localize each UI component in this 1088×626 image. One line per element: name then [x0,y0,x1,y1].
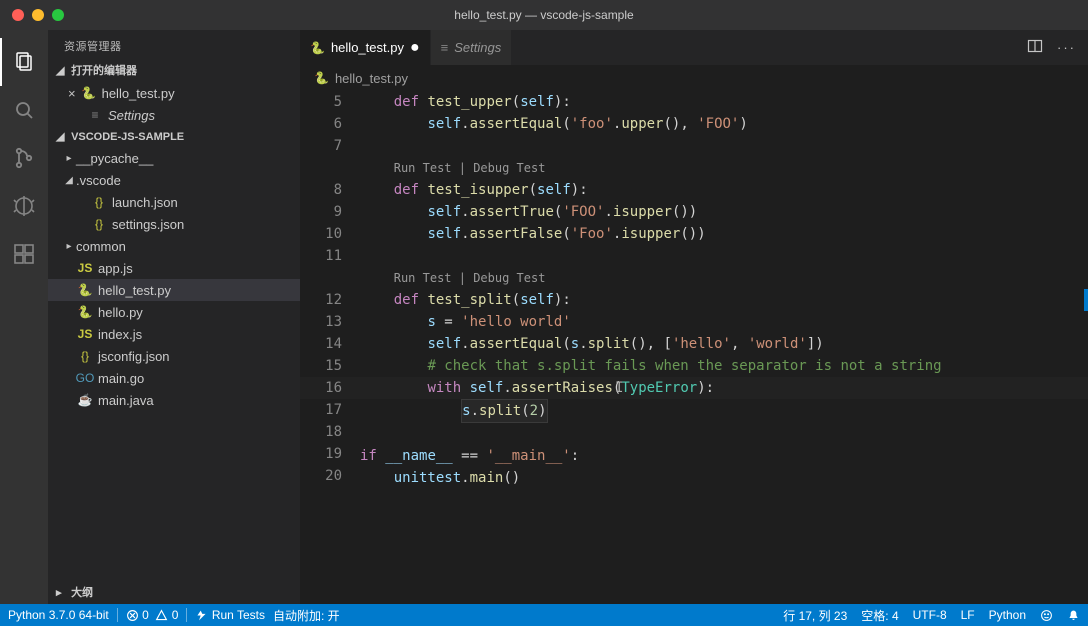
python-file-icon: 🐍 [76,305,94,319]
open-editor-item[interactable]: × 🐍 hello_test.py [48,82,300,104]
js-file-icon: JS [76,327,94,341]
python-file-icon: 🐍 [76,283,94,297]
js-file-icon: JS [76,261,94,275]
codelens-run[interactable]: Run Test [394,271,452,285]
settings-icon: ≡ [86,108,104,122]
split-editor-icon[interactable] [1027,38,1043,57]
search-tab-icon[interactable] [0,86,48,134]
file-item[interactable]: {}settings.json [48,213,300,235]
python-file-icon: 🐍 [80,86,98,100]
status-encoding[interactable]: UTF-8 [913,608,947,622]
breadcrumb[interactable]: 🐍 hello_test.py [300,65,1088,91]
python-file-icon: 🐍 [314,71,329,85]
feedback-icon[interactable] [1040,608,1053,622]
status-problems[interactable]: 0 0 [126,608,179,622]
tab-hello-test[interactable]: 🐍 hello_test.py ● [300,30,431,65]
codelens-run[interactable]: Run Test [394,161,452,175]
close-icon[interactable]: × [68,86,76,101]
line-gutter: 5 6 7 8 9 10 11 12 13 14 15 16 17 18 19 … [300,91,360,604]
python-file-icon: 🐍 [310,41,325,55]
codelens-debug[interactable]: Debug Test [473,271,545,285]
folder-item[interactable]: ▸common [48,235,300,257]
debug-tab-icon[interactable] [0,182,48,230]
tab-bar: 🐍 hello_test.py ● ≡ Settings ··· [300,30,1088,65]
code-content[interactable]: def test_upper(self): self.assertEqual('… [360,91,1088,604]
explorer-sidebar: 资源管理器 ◢ 打开的编辑器 × 🐍 hello_test.py ≡ Setti… [48,30,300,604]
status-run-tests[interactable]: Run Tests [195,608,264,622]
notifications-icon[interactable] [1067,608,1080,622]
settings-icon: ≡ [441,40,449,55]
open-editor-item[interactable]: ≡ Settings [48,104,300,126]
folder-item[interactable]: ◢.vscode [48,169,300,191]
open-editors-section[interactable]: ◢ 打开的编辑器 [48,58,300,82]
minimap-highlight [1084,289,1088,311]
json-file-icon: {} [90,195,108,209]
folder-item[interactable]: ▸__pycache__ [48,147,300,169]
file-item[interactable]: JSapp.js [48,257,300,279]
workspace-section[interactable]: ◢ VSCODE-JS-SAMPLE [48,126,300,147]
status-cursor-pos[interactable]: 行 17, 列 23 [783,607,847,624]
window-close-traffic[interactable] [12,9,24,21]
file-item[interactable]: ☕main.java [48,389,300,411]
scm-tab-icon[interactable] [0,134,48,182]
activity-bar [0,30,48,604]
explorer-tab-icon[interactable] [0,38,48,86]
file-item[interactable]: {}jsconfig.json [48,345,300,367]
title-bar: hello_test.py — vscode-js-sample [0,0,1088,30]
json-file-icon: {} [76,349,94,363]
window-minimize-traffic[interactable] [32,9,44,21]
file-item[interactable]: {}launch.json [48,191,300,213]
file-item[interactable]: JSindex.js [48,323,300,345]
outline-section[interactable]: ▸ 大纲 [48,580,300,604]
status-language[interactable]: Python [989,608,1026,622]
status-indent[interactable]: 空格: 4 [861,607,898,624]
code-editor[interactable]: 𝙸 5 6 7 8 9 10 11 12 13 14 15 16 17 18 1… [300,91,1088,604]
sidebar-title: 资源管理器 [48,30,300,58]
extensions-tab-icon[interactable] [0,230,48,278]
more-actions-icon[interactable]: ··· [1057,40,1076,55]
window-title: hello_test.py — vscode-js-sample [454,8,633,22]
json-file-icon: {} [90,217,108,231]
go-file-icon: GO [76,371,94,385]
tab-settings[interactable]: ≡ Settings [431,30,513,65]
status-python[interactable]: Python 3.7.0 64-bit [8,608,109,622]
codelens-debug[interactable]: Debug Test [473,161,545,175]
file-item[interactable]: GOmain.go [48,367,300,389]
java-file-icon: ☕ [76,393,94,407]
status-bar: Python 3.7.0 64-bit 0 0 Run Tests 自动附加: … [0,604,1088,626]
status-auto-attach[interactable]: 自动附加: 开 [273,607,340,624]
dirty-indicator-icon: ● [410,40,420,56]
status-eol[interactable]: LF [961,608,975,622]
file-item[interactable]: 🐍hello_test.py [48,279,300,301]
window-zoom-traffic[interactable] [52,9,64,21]
file-item[interactable]: 🐍hello.py [48,301,300,323]
